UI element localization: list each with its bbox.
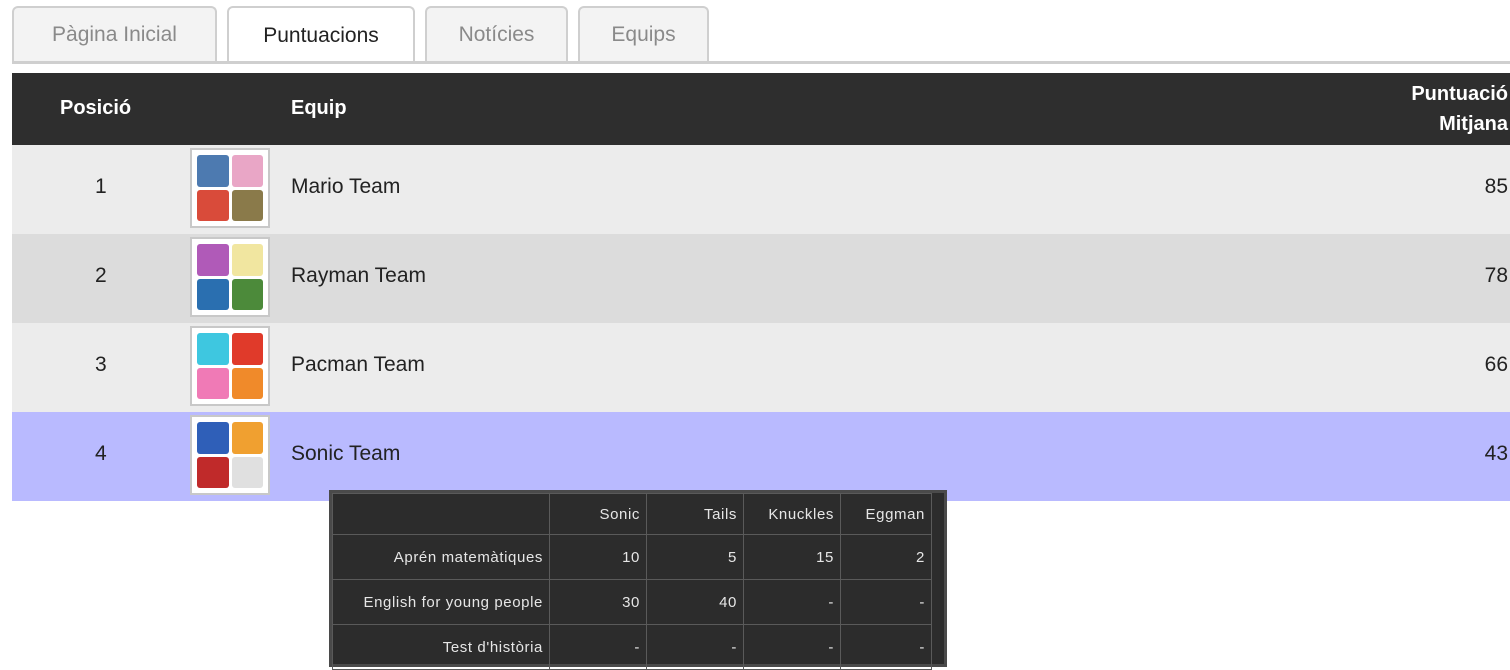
detail-cell: 2 — [840, 534, 932, 580]
team-avatar — [190, 237, 270, 317]
detail-cell: - — [840, 624, 932, 670]
avatar-tile — [231, 189, 263, 221]
avatar-tile — [231, 422, 263, 454]
team-score: 85 — [1484, 175, 1508, 198]
detail-cell: 15 — [743, 534, 841, 580]
tab-scores[interactable]: Puntuacions — [227, 6, 415, 64]
team-name: Mario Team — [291, 175, 401, 198]
header-score-line2: Mitjana — [1439, 113, 1508, 135]
table-row[interactable]: 3 Pacman Team 66 — [12, 323, 1510, 412]
avatar-tile — [197, 333, 229, 365]
row-position: 1 — [95, 175, 107, 198]
avatar-tile — [197, 456, 229, 488]
detail-cell: - — [743, 579, 841, 625]
team-avatar — [190, 148, 270, 228]
ranking-table: Posició Equip Puntuació Mitjana 1 Mario … — [12, 73, 1510, 501]
avatar-tile — [197, 278, 229, 310]
avatar-tile — [197, 155, 229, 187]
detail-cell: 30 — [549, 579, 647, 625]
detail-cell: 5 — [646, 534, 744, 580]
detail-cell: - — [646, 624, 744, 670]
avatar-tile — [197, 367, 229, 399]
detail-header-cell: Knuckles — [743, 493, 841, 535]
tab-home[interactable]: Pàgina Inicial — [12, 6, 217, 62]
avatar-tile — [197, 189, 229, 221]
team-avatar — [190, 326, 270, 406]
detail-row-label: Aprén matemàtiques — [332, 534, 550, 580]
header-team: Equip — [291, 97, 347, 119]
detail-row-label: Test d'història — [332, 624, 550, 670]
score-detail-popup: Sonic Tails Knuckles Eggman Aprén matemà… — [329, 490, 947, 670]
detail-row: English for young people 30 40 - - — [332, 579, 932, 625]
detail-cell: 40 — [646, 579, 744, 625]
detail-header-cell: Eggman — [840, 493, 932, 535]
team-score: 43 — [1484, 442, 1508, 465]
team-score: 66 — [1484, 353, 1508, 376]
avatar-tile — [197, 422, 229, 454]
avatar-tile — [231, 367, 263, 399]
table-row[interactable]: 2 Rayman Team 78 — [12, 234, 1510, 323]
row-position: 4 — [95, 442, 107, 465]
header-score-line1: Puntuació — [1411, 83, 1508, 105]
detail-header-cell: Sonic — [549, 493, 647, 535]
detail-cell: - — [549, 624, 647, 670]
detail-cell: - — [743, 624, 841, 670]
table-row[interactable]: 1 Mario Team 85 — [12, 145, 1510, 234]
detail-row-label: English for young people — [332, 579, 550, 625]
avatar-tile — [231, 155, 263, 187]
table-header: Posició Equip Puntuació Mitjana — [12, 73, 1510, 145]
tab-teams[interactable]: Equips — [578, 6, 709, 62]
avatar-tile — [197, 244, 229, 276]
tab-bar: Pàgina Inicial Puntuacions Notícies Equi… — [12, 6, 709, 64]
tab-news[interactable]: Notícies — [425, 6, 568, 62]
detail-header-row: Sonic Tails Knuckles Eggman — [332, 493, 932, 535]
row-position: 3 — [95, 353, 107, 376]
team-avatar — [190, 415, 270, 495]
detail-cell: 10 — [549, 534, 647, 580]
avatar-tile — [231, 456, 263, 488]
team-score: 78 — [1484, 264, 1508, 287]
detail-row: Aprén matemàtiques 10 5 15 2 — [332, 534, 932, 580]
table-row-highlighted[interactable]: 4 Sonic Team 43 — [12, 412, 1510, 501]
detail-cell: - — [840, 579, 932, 625]
detail-header-cell: Tails — [646, 493, 744, 535]
score-detail-table: Sonic Tails Knuckles Eggman Aprén matemà… — [332, 493, 932, 670]
row-position: 2 — [95, 264, 107, 287]
team-name: Sonic Team — [291, 442, 401, 465]
detail-header-cell — [332, 493, 550, 535]
tab-divider — [12, 61, 1510, 64]
detail-row: Test d'història - - - - — [332, 624, 932, 670]
avatar-tile — [231, 244, 263, 276]
header-position: Posició — [60, 97, 132, 119]
team-name: Pacman Team — [291, 353, 425, 376]
team-name: Rayman Team — [291, 264, 427, 287]
avatar-tile — [231, 333, 263, 365]
avatar-tile — [231, 278, 263, 310]
header-average-score: Puntuació Mitjana — [1411, 79, 1508, 139]
